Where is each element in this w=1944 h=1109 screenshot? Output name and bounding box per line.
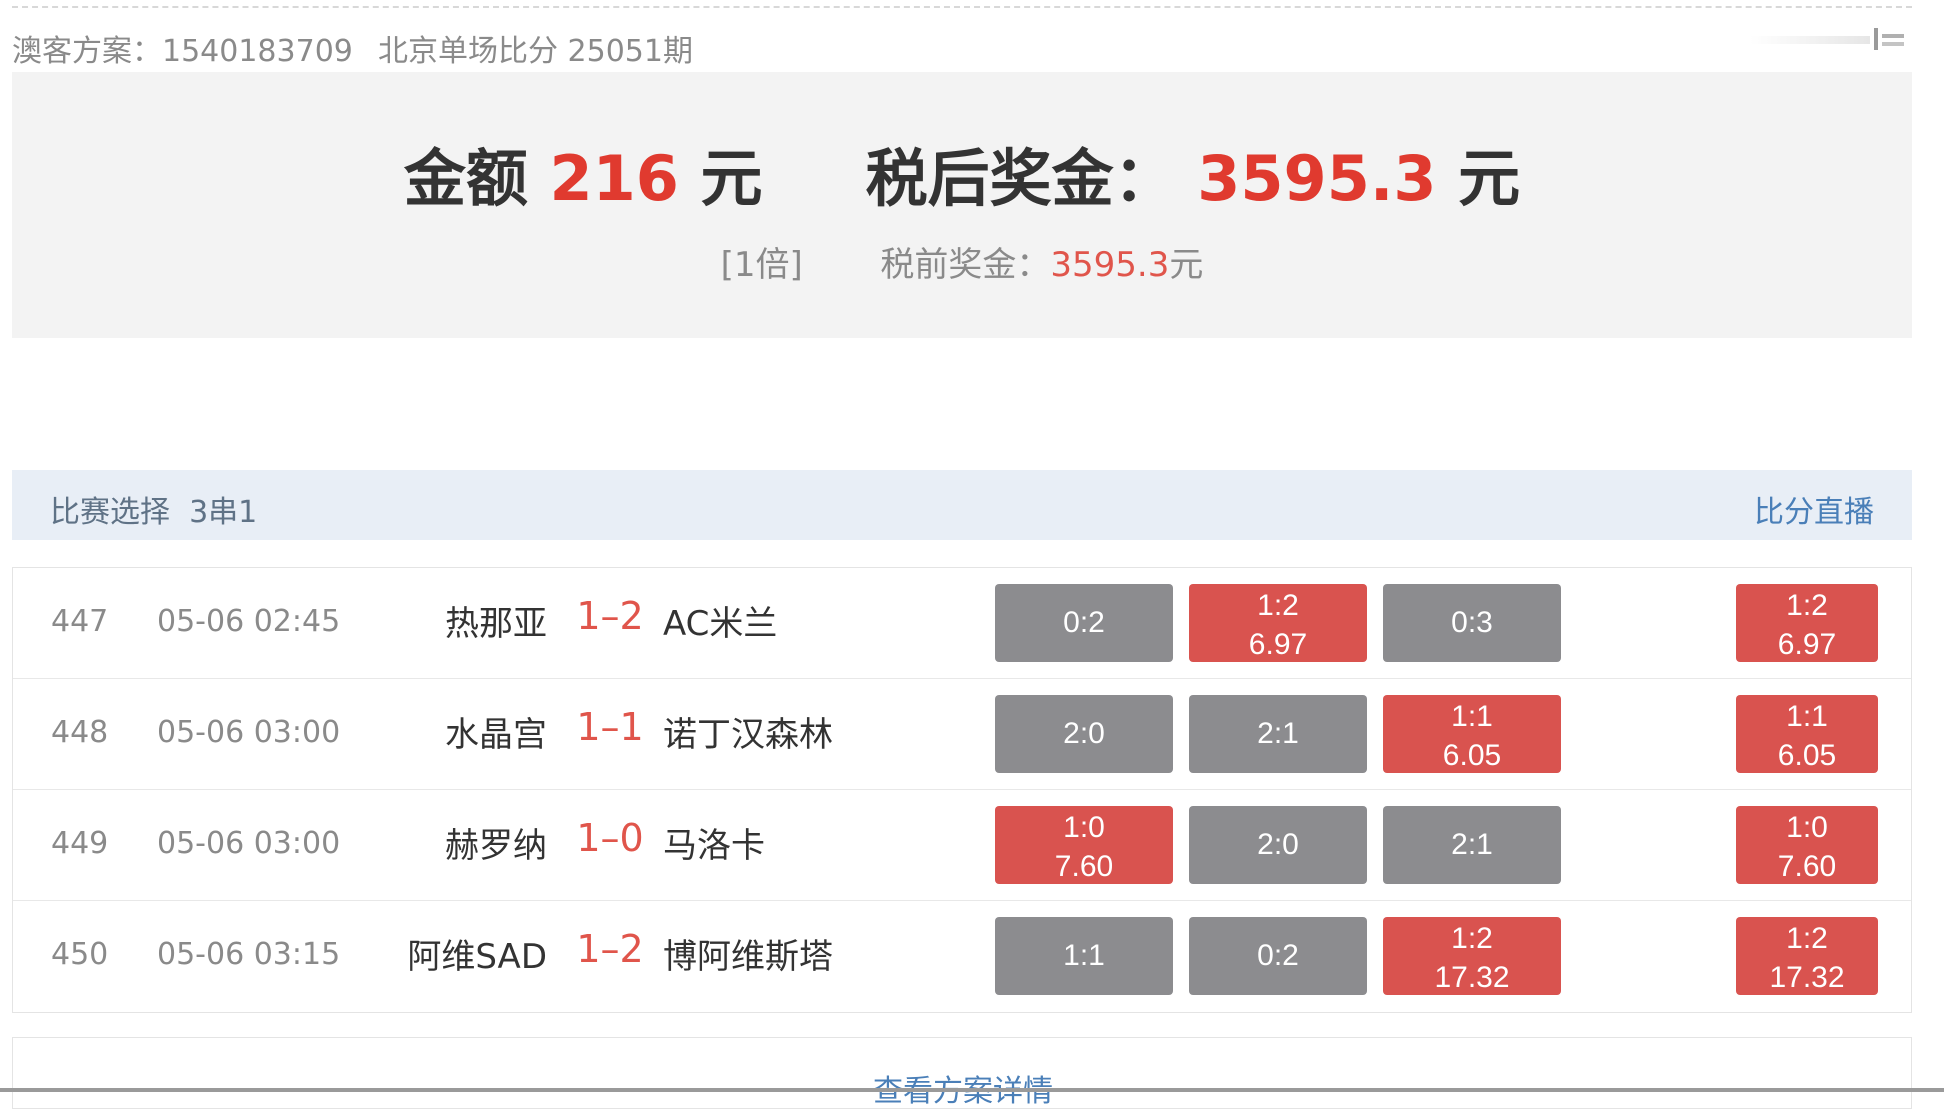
pick-score: 2:1 <box>1451 828 1493 861</box>
pick-odds: 17.32 <box>1434 961 1510 994</box>
bottom-edge <box>0 1088 1944 1092</box>
pick-score: 2:1 <box>1257 717 1299 750</box>
pass-type: 3串1 <box>189 495 258 530</box>
pick-score: 2:0 <box>1063 717 1105 750</box>
score-pick-option[interactable]: 1:0 7.60 <box>995 806 1173 884</box>
pick-score: 1:0 <box>1786 811 1828 844</box>
match-row: 448 05-06 03:00 水晶宫 1–1 诺丁汉森林 2:0 2:1 1:1 6.05 1:… <box>13 679 1911 790</box>
home-team: 赫罗纳 <box>445 826 547 866</box>
winning-result-badge[interactable]: 1:1 6.05 <box>1736 695 1878 773</box>
match-selection-title: 比赛选择 3串1 <box>50 487 257 531</box>
score-pick-option[interactable]: 2:0 <box>1189 806 1367 884</box>
pre-tax-value: 3595.3 <box>1050 245 1170 285</box>
pick-score: 1:2 <box>1451 922 1493 955</box>
score-pick-option[interactable]: 2:0 <box>995 695 1173 773</box>
pick-odds: 7.60 <box>1777 850 1837 883</box>
pick-odds: 6.05 <box>1777 739 1837 772</box>
pick-score: 1:1 <box>1786 700 1828 733</box>
final-score: 1–2 <box>576 594 644 638</box>
away-team: 马洛卡 <box>663 826 765 866</box>
final-score: 1–0 <box>576 816 644 860</box>
menu-icon[interactable] <box>1750 26 1906 54</box>
top-divider <box>12 6 1912 8</box>
issue-label: 北京单场比分 25051期 <box>378 34 693 69</box>
pick-score: 1:2 <box>1257 589 1299 622</box>
final-score: 1–2 <box>576 927 644 971</box>
score-pick-option[interactable]: 1:1 6.05 <box>1383 695 1561 773</box>
pre-tax-unit: 元 <box>1169 245 1204 285</box>
home-team: 水晶宫 <box>445 715 547 755</box>
score-pick-option[interactable]: 0:3 <box>1383 584 1561 662</box>
plan-header: 澳客方案：1540183709 北京单场比分 25051期 <box>12 22 1912 69</box>
match-number: 449 <box>51 826 109 861</box>
winning-result-badge[interactable]: 1:2 17.32 <box>1736 917 1878 995</box>
final-score: 1–1 <box>576 705 644 749</box>
match-table: 447 05-06 02:45 热那亚 1–2 AC米兰 0:2 1:2 6.97 0:3 1:2… <box>12 567 1912 1013</box>
pick-score: 0:2 <box>1257 939 1299 972</box>
pick-odds: 6.97 <box>1248 628 1308 661</box>
score-pick-option[interactable]: 2:1 <box>1383 806 1561 884</box>
score-pick-option[interactable]: 1:1 <box>995 917 1173 995</box>
match-row: 449 05-06 03:00 赫罗纳 1–0 马洛卡 1:0 7.60 2:0 2:1 1:0 7… <box>13 790 1911 901</box>
pre-tax-label: 税前奖金： <box>880 245 1051 285</box>
winning-result-badge[interactable]: 1:0 7.60 <box>1736 806 1878 884</box>
score-pick-option[interactable]: 2:1 <box>1189 695 1367 773</box>
home-team: 阿维SAD <box>407 937 547 977</box>
pick-odds: 6.05 <box>1442 739 1502 772</box>
away-team: AC米兰 <box>663 604 778 644</box>
section-title: 比赛选择 <box>50 495 170 530</box>
prize-summary: 金额 216 元 税后奖金： 3595.3 元 [1倍] 税前奖金：3595.3… <box>12 72 1912 338</box>
pick-score: 1:1 <box>1063 939 1105 972</box>
pick-score: 1:2 <box>1786 922 1828 955</box>
pick-score: 2:0 <box>1257 828 1299 861</box>
pick-score: 0:2 <box>1063 606 1105 639</box>
score-pick-option[interactable]: 0:2 <box>1189 917 1367 995</box>
pick-score: 1:1 <box>1451 700 1493 733</box>
detail-box: 查看方案详情 <box>12 1037 1912 1109</box>
match-time: 05-06 02:45 <box>157 604 341 639</box>
amount-value: 216 <box>549 142 679 215</box>
match-row: 450 05-06 03:15 阿维SAD 1–2 博阿维斯塔 1:1 0:2 1:2 17.3… <box>13 901 1911 1011</box>
amount-line: 金额 216 元 税后奖金： 3595.3 元 <box>12 128 1912 218</box>
away-team: 诺丁汉森林 <box>663 715 833 755</box>
pick-odds: 6.97 <box>1777 628 1837 661</box>
score-pick-option[interactable]: 1:2 6.97 <box>1189 584 1367 662</box>
amount-label: 金额 <box>403 142 528 215</box>
match-selection-header: 比赛选择 3串1 比分直播 <box>12 470 1912 540</box>
match-number: 448 <box>51 715 109 750</box>
live-score-link[interactable]: 比分直播 <box>1754 487 1874 531</box>
pick-score: 1:2 <box>1786 589 1828 622</box>
match-number: 450 <box>51 937 109 972</box>
away-team: 博阿维斯塔 <box>663 937 833 977</box>
match-row: 447 05-06 02:45 热那亚 1–2 AC米兰 0:2 1:2 6.97 0:3 1:2… <box>13 568 1911 679</box>
score-pick-option[interactable]: 1:2 17.32 <box>1383 917 1561 995</box>
winning-result-badge[interactable]: 1:2 6.97 <box>1736 584 1878 662</box>
plan-id: 澳客方案：1540183709 <box>12 34 353 69</box>
multiple-badge: [1倍] <box>720 245 803 285</box>
amount-unit: 元 <box>700 142 763 215</box>
prize-unit: 元 <box>1458 142 1521 215</box>
prize-value: 3595.3 <box>1197 142 1437 215</box>
pick-score: 0:3 <box>1451 606 1493 639</box>
match-time: 05-06 03:15 <box>157 937 341 972</box>
score-pick-option[interactable]: 0:2 <box>995 584 1173 662</box>
match-time: 05-06 03:00 <box>157 826 341 861</box>
pick-odds: 7.60 <box>1054 850 1114 883</box>
match-number: 447 <box>51 604 109 639</box>
prize-label: 税后奖金： <box>865 142 1176 215</box>
pre-tax-line: [1倍] 税前奖金：3595.3元 <box>12 237 1912 286</box>
home-team: 热那亚 <box>445 604 547 644</box>
pick-odds: 17.32 <box>1769 961 1845 994</box>
pick-score: 1:0 <box>1063 811 1105 844</box>
match-time: 05-06 03:00 <box>157 715 341 750</box>
